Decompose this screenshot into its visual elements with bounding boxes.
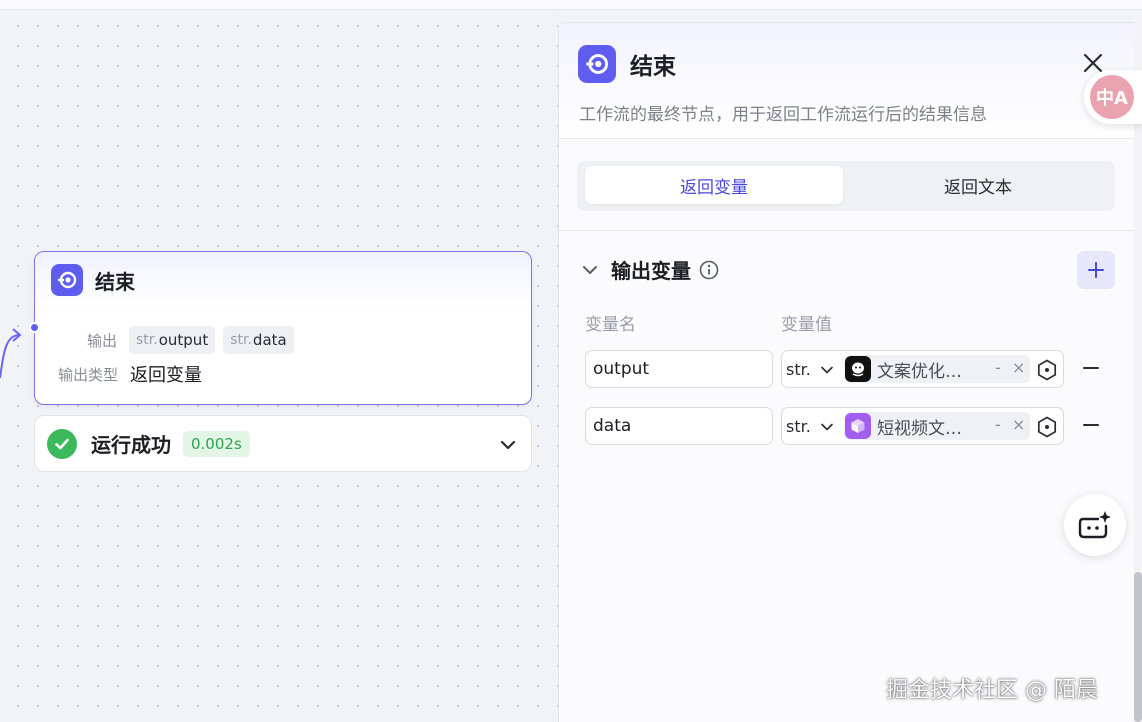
clear-reference-button[interactable]: × — [1012, 415, 1025, 434]
output-chip: str. data — [223, 326, 294, 354]
output-chip: str. output — [129, 326, 216, 354]
variable-name-input[interactable] — [585, 350, 773, 388]
variable-row: str. 文案优化… - × — [585, 350, 1105, 388]
translate-button[interactable]: 中A — [1084, 70, 1142, 124]
output-type-value: 返回变量 — [130, 365, 202, 386]
remove-variable-button[interactable] — [1081, 358, 1101, 378]
ai-assistant-button[interactable] — [1064, 494, 1126, 556]
variable-value-field: str. 短视频文… - × — [781, 407, 1064, 445]
variable-row: str. 短视频文… - × — [585, 407, 1105, 445]
panel-scrollbar-thumb[interactable] — [1134, 572, 1142, 722]
top-bar — [0, 0, 1142, 10]
check-circle-icon — [47, 428, 77, 459]
panel-title: 结束 — [630, 54, 676, 80]
divider — [559, 230, 1135, 231]
add-variable-button[interactable] — [1077, 251, 1115, 289]
node-output-type-row: 输出类型 返回变量 — [52, 361, 202, 387]
info-icon[interactable] — [699, 260, 719, 280]
chevron-down-icon — [821, 366, 833, 374]
variable-name-input[interactable] — [585, 407, 773, 445]
variable-picker-icon[interactable] — [1036, 359, 1058, 381]
node-title: 结束 — [95, 269, 135, 294]
run-time-badge: 0.002s — [183, 430, 250, 457]
type-select-value: str. — [786, 359, 811, 379]
type-select-value: str. — [786, 416, 811, 436]
node-settings-panel: 结束 工作流的最终节点，用于返回工作流运行后的结果信息 返回变量 返回文本 输出… — [558, 22, 1135, 722]
reference-label: 文案优化… — [877, 361, 962, 382]
chevron-down-icon[interactable] — [499, 436, 517, 454]
column-header-name: 变量名 — [585, 315, 636, 335]
panel-description: 工作流的最终节点，用于返回工作流运行后的结果信息 — [579, 105, 987, 125]
reference-separator: - — [995, 358, 1001, 377]
type-select[interactable]: str. — [782, 408, 840, 444]
reference-label: 短视频文… — [877, 418, 962, 439]
bot-sparkle-icon — [1078, 511, 1111, 539]
chevron-down-icon — [821, 423, 833, 431]
node-output-row: 输出 str. output str. data — [85, 326, 302, 354]
reference-separator: - — [995, 415, 1001, 434]
variable-reference-chip[interactable]: 文案优化… - × — [844, 355, 1030, 383]
chevron-down-icon[interactable] — [581, 261, 599, 279]
tab-return-variables[interactable]: 返回变量 — [585, 166, 843, 204]
watermark: 掘金技术社区 @ 陌晨 — [886, 678, 1098, 703]
variable-picker-icon[interactable] — [1036, 416, 1058, 438]
type-select[interactable]: str. — [782, 351, 840, 387]
tab-return-text[interactable]: 返回文本 — [849, 166, 1107, 204]
variable-reference-chip[interactable]: 短视频文… - × — [844, 412, 1030, 440]
plus-icon — [1088, 262, 1104, 278]
output-label: 输出 — [86, 331, 117, 350]
node-header: 结束 — [35, 252, 531, 308]
output-mode-tabs: 返回变量 返回文本 — [577, 161, 1115, 211]
output-variables-section-header[interactable]: 输出变量 — [581, 255, 719, 284]
end-node-icon — [51, 264, 83, 296]
translate-icon: 中A — [1090, 75, 1134, 119]
run-status-card[interactable]: 运行成功 0.002s — [34, 415, 532, 472]
wechat-bot-icon — [845, 356, 871, 382]
output-type-label: 输出类型 — [57, 365, 118, 384]
run-status-text: 运行成功 — [91, 433, 171, 457]
end-node-icon — [578, 45, 616, 83]
column-header-value: 变量值 — [781, 315, 832, 335]
cube-icon — [845, 413, 871, 439]
clear-reference-button[interactable]: × — [1012, 358, 1025, 377]
remove-variable-button[interactable] — [1081, 415, 1101, 435]
panel-header: 结束 工作流的最终节点，用于返回工作流运行后的结果信息 — [559, 23, 1135, 139]
input-port[interactable] — [29, 322, 40, 333]
section-title: 输出变量 — [611, 259, 691, 283]
variable-value-field: str. 文案优化… - × — [781, 350, 1064, 388]
end-node-card[interactable]: 结束 输出 str. output str. data 输出类型 返回变量 — [29, 251, 532, 405]
